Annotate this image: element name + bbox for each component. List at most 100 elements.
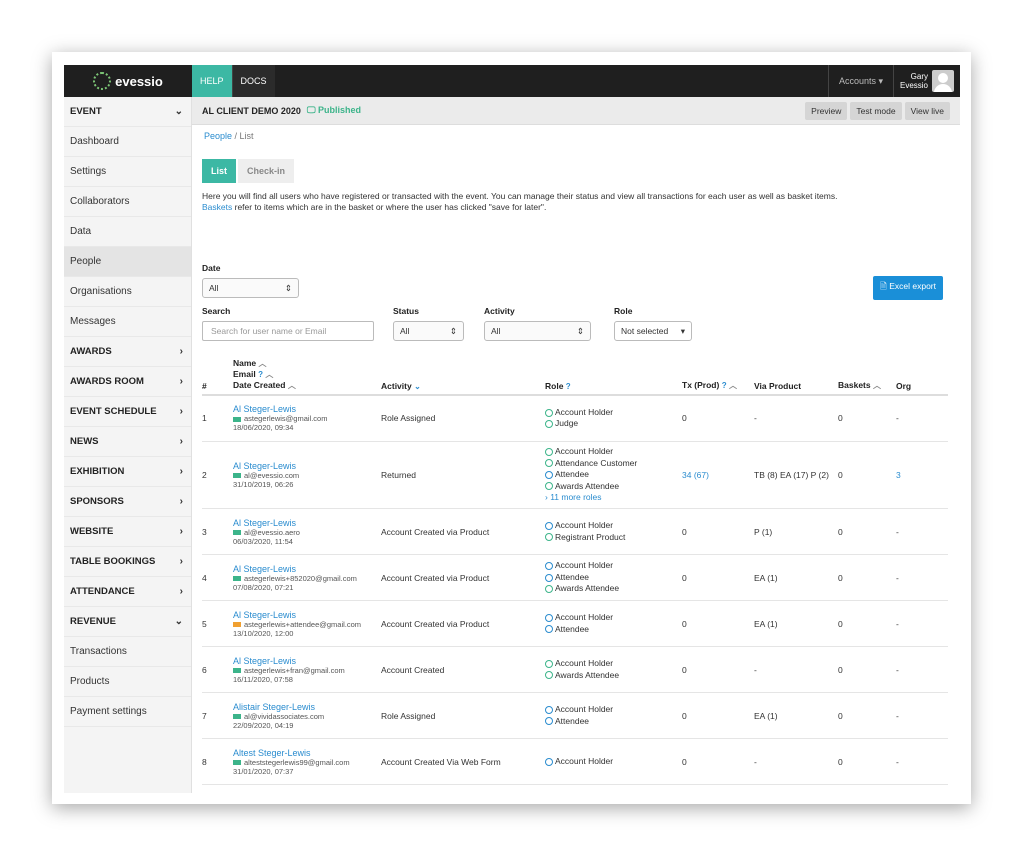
- role-item: Registrant Product: [545, 532, 682, 544]
- user-icon: [545, 585, 553, 593]
- person-name-link[interactable]: Al Steger-Lewis: [233, 656, 381, 666]
- person-name-link[interactable]: Al Steger-Lewis: [233, 564, 381, 574]
- person-name-link[interactable]: Al Steger-Lewis: [233, 610, 381, 620]
- envelope-icon: [233, 576, 241, 582]
- sidebar-item-awards[interactable]: AWARDS ›: [64, 337, 191, 367]
- docs-tab[interactable]: DOCS: [231, 65, 275, 97]
- col-via: Via Product: [754, 355, 838, 396]
- activity-filter: Activity All ⇕: [484, 306, 591, 341]
- accounts-menu[interactable]: Accounts ▾: [827, 65, 893, 97]
- more-roles-link[interactable]: › 11 more roles: [545, 492, 682, 504]
- test-mode-button[interactable]: Test mode: [850, 101, 902, 120]
- status-select[interactable]: All ⇕: [393, 321, 464, 341]
- person-cell: Al Steger-Lewis astegerlewis@gmail.com 18/…: [233, 395, 381, 442]
- sidebar-item-revenue[interactable]: REVENUE ⌄: [64, 607, 191, 637]
- sidebar-item-awards-room[interactable]: AWARDS ROOM ›: [64, 367, 191, 397]
- email-text: alteststegerlewis99@gmail.com: [244, 757, 350, 767]
- table-row[interactable]: 6 Al Steger-Lewis astegerlewis+fran@gmail.…: [202, 646, 948, 693]
- breadcrumb-people[interactable]: People: [204, 131, 232, 141]
- help-icon[interactable]: ?: [258, 370, 263, 379]
- col-tx[interactable]: Tx (Prod) ? ︿: [682, 355, 754, 396]
- sidebar-item-label: AWARDS ROOM: [70, 376, 144, 387]
- excel-export-button[interactable]: 🗎 Excel export: [873, 276, 943, 300]
- preview-button[interactable]: Preview: [805, 101, 848, 120]
- search-filter: Search Search for user name or Email: [202, 306, 374, 341]
- sort-up-icon[interactable]: ︿: [288, 381, 296, 390]
- sidebar-item-event-schedule[interactable]: EVENT SCHEDULE ›: [64, 397, 191, 427]
- table-row[interactable]: 2 Al Steger-Lewis al@evessio.com 31/10/2019…: [202, 441, 948, 509]
- col-activity[interactable]: Activity ⌄: [381, 355, 545, 396]
- table-row[interactable]: 7 Alistair Steger-Lewis al@vividassociates…: [202, 692, 948, 739]
- sort-up-icon[interactable]: ︿: [265, 370, 273, 379]
- role-select[interactable]: Not selected ▾: [614, 321, 692, 341]
- tx-cell[interactable]: 34 (67): [682, 441, 754, 509]
- help-icon[interactable]: ?: [566, 382, 571, 391]
- chevron-right-icon: ›: [179, 466, 183, 477]
- sort-up-icon[interactable]: ︿: [873, 381, 881, 390]
- chevron-down-icon[interactable]: ⌄: [414, 382, 421, 391]
- sidebar-item-sponsors[interactable]: SPONSORS ›: [64, 487, 191, 517]
- sidebar-item-people[interactable]: People: [64, 247, 191, 277]
- sidebar-item-event[interactable]: EVENT ⌄: [64, 97, 191, 127]
- tx-cell: 0: [682, 554, 754, 601]
- person-name-link[interactable]: Al Steger-Lewis: [233, 461, 381, 471]
- sidebar-item-transactions[interactable]: Transactions: [64, 637, 191, 667]
- logo[interactable]: evessio: [64, 65, 192, 97]
- sidebar-item-organisations[interactable]: Organisations: [64, 277, 191, 307]
- sort-up-icon[interactable]: ︿: [729, 381, 737, 390]
- activity-select[interactable]: All ⇕: [484, 321, 591, 341]
- activity-cell: Role Assigned: [381, 395, 545, 442]
- person-name-link[interactable]: Altest Steger-Lewis: [233, 748, 381, 758]
- sidebar-item-products[interactable]: Products: [64, 667, 191, 697]
- help-tab[interactable]: HELP: [192, 65, 232, 97]
- col-name[interactable]: Name ︿ Email ? ︿ Date Created ︿: [233, 355, 381, 396]
- col-org: Org: [896, 355, 948, 396]
- sidebar-item-label: REVENUE: [70, 616, 116, 627]
- row-number: 7: [202, 692, 233, 739]
- help-icon[interactable]: ?: [722, 381, 727, 390]
- org-cell[interactable]: 2: [896, 784, 948, 793]
- via-product-cell: -: [754, 738, 838, 785]
- person-name-link[interactable]: Al Steger-Lewis: [233, 518, 381, 528]
- table-row[interactable]: 4 Al Steger-Lewis astegerlewis+852020@gmai…: [202, 554, 948, 601]
- sidebar-item-dashboard[interactable]: Dashboard: [64, 127, 191, 157]
- table-row[interactable]: 1 Al Steger-Lewis astegerlewis@gmail.com 18…: [202, 395, 948, 442]
- sidebar-item-news[interactable]: NEWS ›: [64, 427, 191, 457]
- sidebar-item-settings[interactable]: Settings: [64, 157, 191, 187]
- org-cell[interactable]: 3: [896, 441, 948, 509]
- chevron-right-icon: ›: [179, 406, 183, 417]
- baskets-cell: 0: [838, 554, 896, 601]
- via-product-cell: EA (1): [754, 554, 838, 601]
- tab-list[interactable]: List: [202, 159, 237, 183]
- sidebar-item-payment-settings[interactable]: Payment settings: [64, 697, 191, 727]
- sidebar-item-website[interactable]: WEBSITE ›: [64, 517, 191, 547]
- table-row[interactable]: 3 Al Steger-Lewis al@evessio.aero 06/03/202…: [202, 508, 948, 555]
- sidebar-item-label: AWARDS: [70, 346, 112, 357]
- table-row[interactable]: 9Bob Nevillebob.neville@evessio.comAccou…: [202, 784, 948, 793]
- table-row[interactable]: 8 Altest Steger-Lewis alteststegerlewis99@…: [202, 738, 948, 785]
- search-input[interactable]: Search for user name or Email: [202, 321, 374, 341]
- sidebar-item-attendance[interactable]: ATTENDANCE ›: [64, 577, 191, 607]
- user-icon: [545, 625, 553, 634]
- sidebar-item-table-bookings[interactable]: TABLE BOOKINGS ›: [64, 547, 191, 577]
- role-label: Registrant Product: [555, 531, 626, 542]
- sort-up-icon[interactable]: ︿: [259, 359, 267, 368]
- person-name-link[interactable]: Al Steger-Lewis: [233, 404, 381, 414]
- logo-icon: [93, 72, 112, 90]
- date-select[interactable]: All ⇕: [202, 278, 299, 298]
- sidebar-item-exhibition[interactable]: EXHIBITION ›: [64, 457, 191, 487]
- org-cell: -: [896, 738, 948, 785]
- person-name-link[interactable]: Alistair Steger-Lewis: [233, 702, 381, 712]
- table-row[interactable]: 5 Al Steger-Lewis astegerlewis+attendee@gm…: [202, 600, 948, 647]
- view-live-button[interactable]: View live: [904, 101, 950, 120]
- sidebar-item-collaborators[interactable]: Collaborators: [64, 187, 191, 217]
- email-text: astegerlewis+fran@gmail.com: [244, 665, 345, 675]
- user-menu[interactable]: Gary Evessio: [892, 65, 960, 97]
- tx-cell: 0: [682, 395, 754, 442]
- sidebar-item-data[interactable]: Data: [64, 217, 191, 247]
- tab-checkin[interactable]: Check-in: [238, 159, 295, 183]
- baskets-link[interactable]: Baskets: [202, 202, 232, 212]
- sidebar-item-messages[interactable]: Messages: [64, 307, 191, 337]
- status-value: All: [400, 326, 410, 336]
- col-baskets[interactable]: Baskets ︿: [838, 355, 896, 396]
